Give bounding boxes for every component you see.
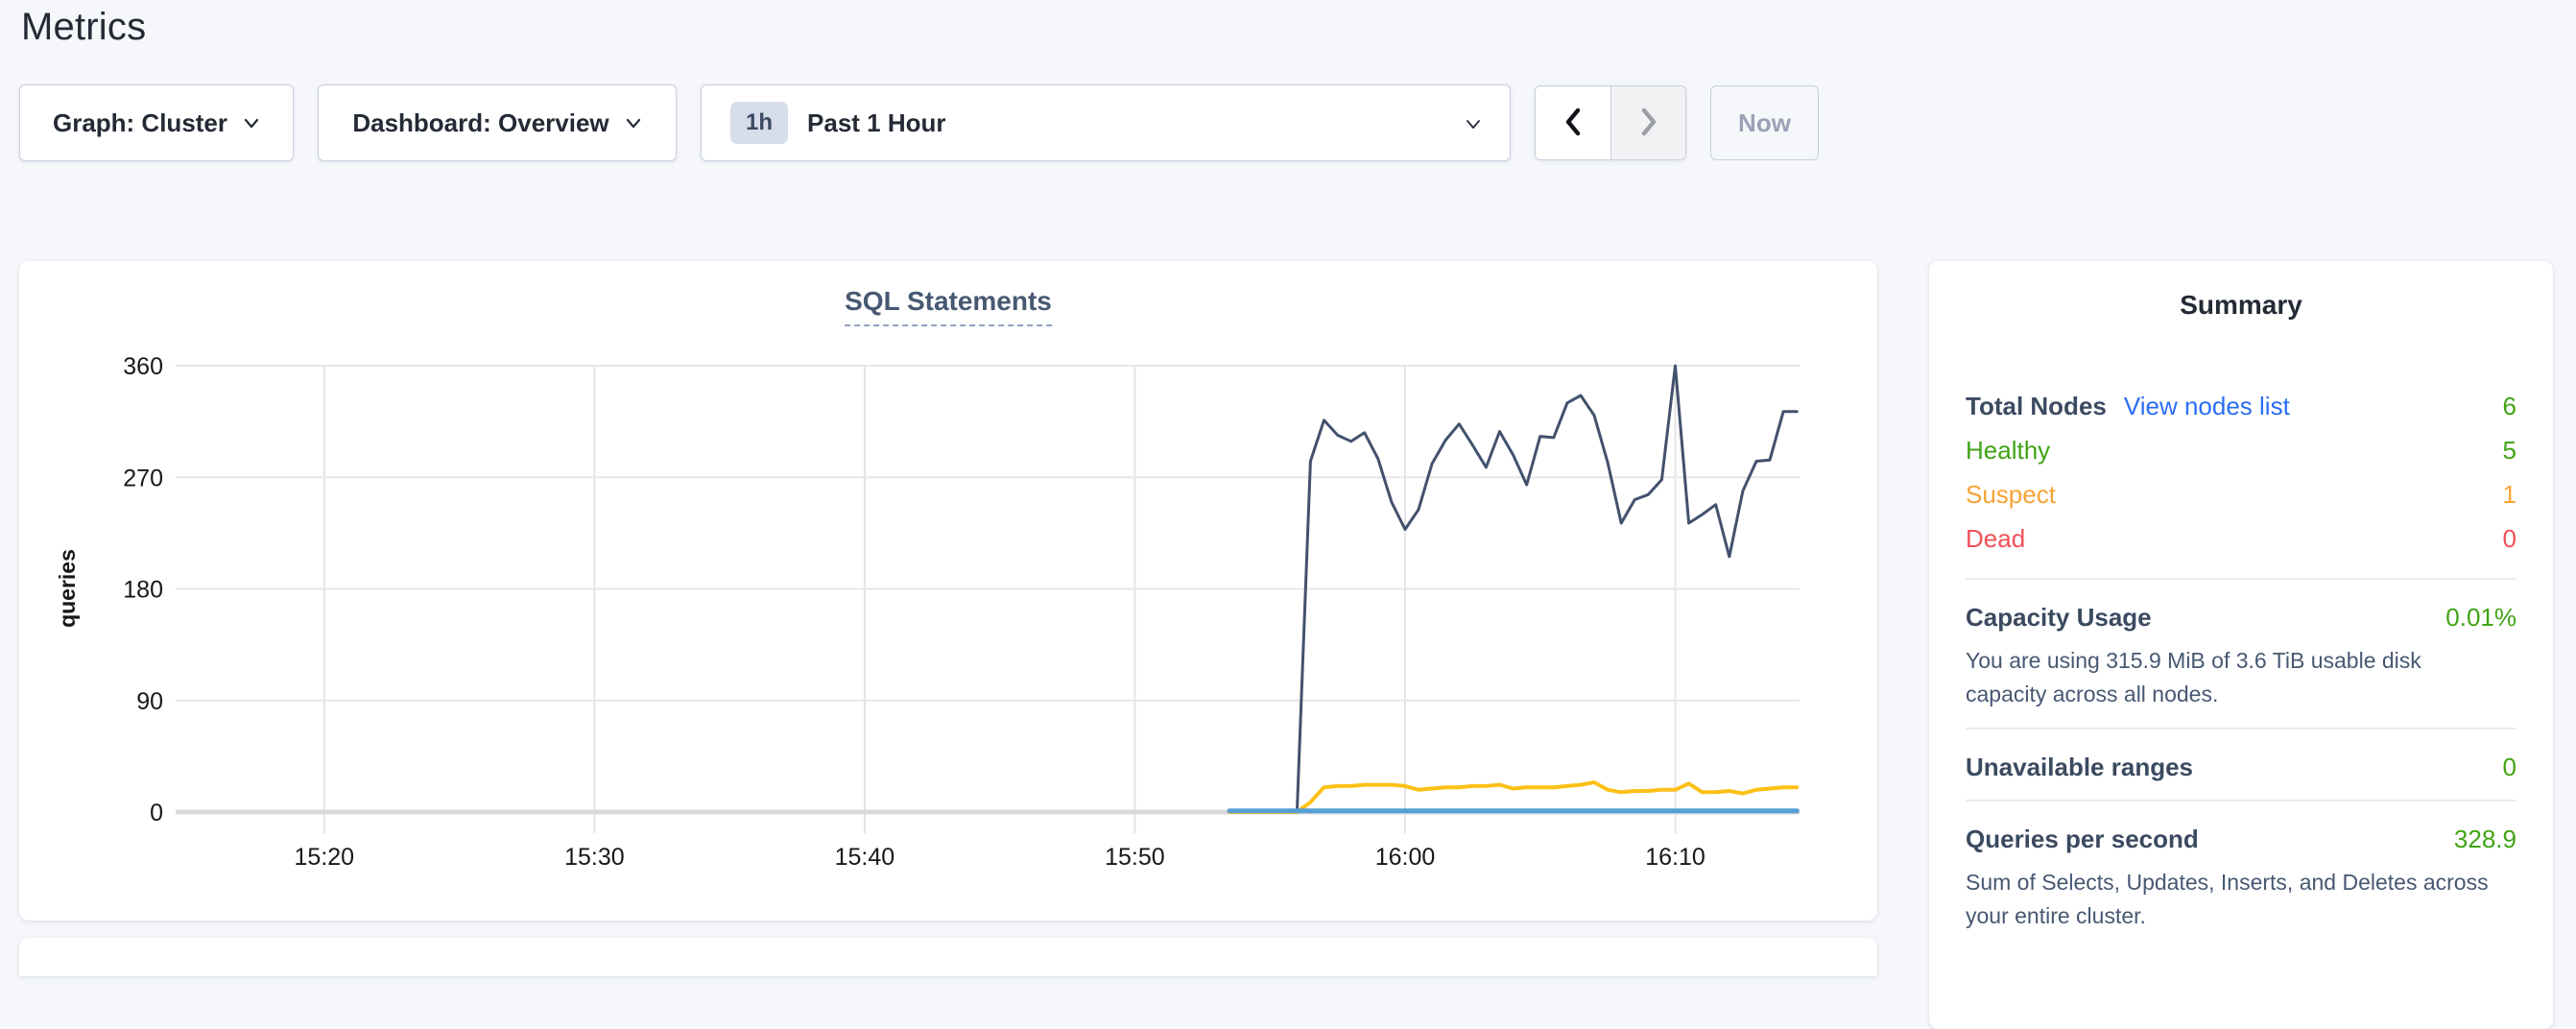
svg-text:15:50: 15:50 — [1105, 844, 1165, 871]
svg-text:270: 270 — [123, 465, 163, 491]
page-title: Metrics — [21, 6, 146, 49]
queries-per-second-section: Queries per second 328.9 Sum of Selects,… — [1966, 825, 2516, 932]
svg-text:16:00: 16:00 — [1375, 844, 1436, 871]
sql-statements-chart-card: SQL Statements 15:2015:3015:4015:5016:00… — [19, 261, 1877, 921]
svg-text:15:40: 15:40 — [835, 844, 895, 871]
next-time-button[interactable] — [1610, 86, 1685, 159]
queries-per-second-description: Sum of Selects, Updates, Inserts, and De… — [1966, 866, 2503, 932]
svg-text:0: 0 — [150, 800, 163, 826]
dead-label: Dead — [1966, 524, 2025, 554]
now-button[interactable]: Now — [1710, 85, 1819, 160]
prev-time-button[interactable] — [1536, 86, 1610, 159]
queries-per-second-value: 328.9 — [2454, 825, 2516, 854]
toolbar: Graph: Cluster Dashboard: Overview 1h Pa… — [19, 84, 1819, 161]
total-nodes-row: Total Nodes View nodes list 6 — [1966, 384, 2516, 428]
dashboard-dropdown[interactable]: Dashboard: Overview — [318, 84, 677, 161]
svg-text:360: 360 — [123, 353, 163, 380]
unavailable-ranges-section: Unavailable ranges 0 — [1966, 753, 2516, 782]
dashboard-dropdown-label: Dashboard: Overview — [352, 108, 608, 138]
healthy-nodes-row: Healthy 5 — [1966, 428, 2516, 472]
unavailable-ranges-value: 0 — [2503, 753, 2516, 782]
time-range-picker[interactable]: 1h Past 1 Hour — [701, 84, 1511, 161]
sql-statements-chart: 15:20 15:30 15:40 15:50 16:00 16:10 0 90 180 270 3… — [19, 261, 1877, 921]
summary-panel: Summary Total Nodes View nodes list 6 Hea… — [1929, 261, 2553, 1029]
time-range-label: Past 1 Hour — [807, 108, 946, 138]
total-nodes-value: 6 — [2503, 392, 2516, 421]
capacity-usage-section: Capacity Usage 0.01% You are using 315.9… — [1966, 603, 2516, 710]
capacity-usage-label: Capacity Usage — [1966, 603, 2152, 633]
dead-value: 0 — [2503, 524, 2516, 554]
svg-text:15:30: 15:30 — [564, 844, 625, 871]
divider — [1966, 800, 2516, 802]
healthy-value: 5 — [2503, 436, 2516, 466]
summary-title: Summary — [1966, 290, 2516, 321]
total-nodes-cell: Total Nodes View nodes list — [1966, 392, 2290, 421]
chevron-left-icon — [1560, 106, 1586, 141]
graph-dropdown-label: Graph: Cluster — [53, 108, 227, 138]
next-chart-card-partial — [19, 938, 1877, 976]
divider — [1966, 728, 2516, 730]
divider — [1966, 578, 2516, 580]
metrics-page: { "page": { "title": "Metrics", "backgro… — [0, 0, 2576, 950]
suspect-label: Suspect — [1966, 480, 2056, 510]
svg-text:90: 90 — [136, 688, 163, 715]
chevron-down-icon — [1464, 114, 1481, 132]
svg-text:queries: queries — [55, 549, 80, 628]
healthy-label: Healthy — [1966, 436, 2050, 466]
time-range-badge: 1h — [730, 102, 788, 144]
queries-per-second-label: Queries per second — [1966, 825, 2199, 854]
capacity-usage-value: 0.01% — [2445, 603, 2516, 633]
graph-dropdown[interactable]: Graph: Cluster — [19, 84, 294, 161]
unavailable-ranges-label: Unavailable ranges — [1966, 753, 2193, 782]
svg-text:180: 180 — [123, 577, 163, 604]
suspect-nodes-row: Suspect 1 — [1966, 472, 2516, 516]
time-step-button-group — [1535, 85, 1686, 160]
capacity-usage-description: You are using 315.9 MiB of 3.6 TiB usabl… — [1966, 644, 2503, 710]
chevron-right-icon — [1635, 106, 1662, 141]
chevron-down-icon — [625, 114, 642, 132]
dead-nodes-row: Dead 0 — [1966, 516, 2516, 561]
svg-text:16:10: 16:10 — [1645, 844, 1705, 871]
view-nodes-list-link[interactable]: View nodes list — [2124, 392, 2290, 420]
suspect-value: 1 — [2503, 480, 2516, 510]
chevron-down-icon — [243, 114, 260, 132]
total-nodes-label: Total Nodes — [1966, 392, 2107, 420]
svg-text:15:20: 15:20 — [295, 844, 355, 871]
